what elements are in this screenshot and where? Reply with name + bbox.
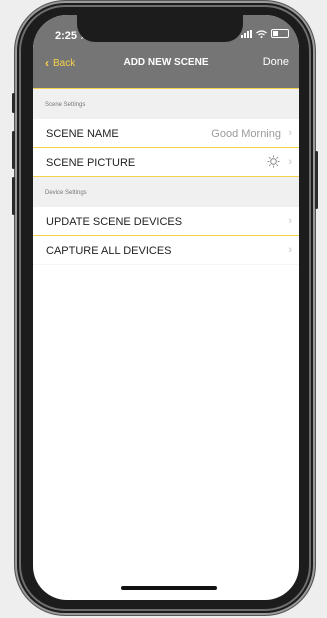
update-scene-devices-row[interactable]: UPDATE SCENE DEVICES › xyxy=(33,207,299,236)
navigation-bar: ‹ Back ADD NEW SCENE Done xyxy=(33,55,299,75)
chevron-right-icon: › xyxy=(288,215,292,227)
nav-header: 2:25 ↗ ‹ Back ADD NEW SCENE Done xyxy=(33,15,299,89)
scene-picture-label: SCENE PICTURE xyxy=(46,157,136,169)
capture-all-devices-row[interactable]: CAPTURE ALL DEVICES › xyxy=(33,236,299,265)
volume-down-button xyxy=(12,177,15,215)
volume-up-button xyxy=(12,131,15,169)
scene-name-label: SCENE NAME xyxy=(46,128,119,140)
status-icons xyxy=(241,29,289,38)
notch xyxy=(77,15,243,42)
battery-icon xyxy=(271,29,289,38)
section-header-device-settings: Device Settings xyxy=(33,177,299,207)
scene-name-row[interactable]: SCENE NAME Good Morning › xyxy=(33,119,299,148)
section-header-scene-settings: Scene Settings xyxy=(33,89,299,119)
update-scene-devices-label: UPDATE SCENE DEVICES xyxy=(46,216,183,228)
chevron-right-icon: › xyxy=(288,156,292,168)
app-screen: 2:25 ↗ ‹ Back ADD NEW SCENE Done Scene xyxy=(33,15,299,600)
scene-picture-row[interactable]: SCENE PICTURE › xyxy=(33,148,299,177)
sun-icon xyxy=(267,155,280,168)
power-button xyxy=(315,151,318,209)
capture-all-devices-label: CAPTURE ALL DEVICES xyxy=(46,245,172,257)
wifi-icon xyxy=(256,29,267,38)
page-title: ADD NEW SCENE xyxy=(123,57,209,68)
scene-name-value: Good Morning xyxy=(211,128,281,140)
chevron-right-icon: › xyxy=(288,244,292,256)
mute-switch xyxy=(12,93,15,113)
home-indicator[interactable] xyxy=(121,586,217,590)
signal-icon xyxy=(241,29,252,38)
chevron-right-icon: › xyxy=(288,127,292,139)
done-button[interactable]: Done xyxy=(263,56,289,68)
